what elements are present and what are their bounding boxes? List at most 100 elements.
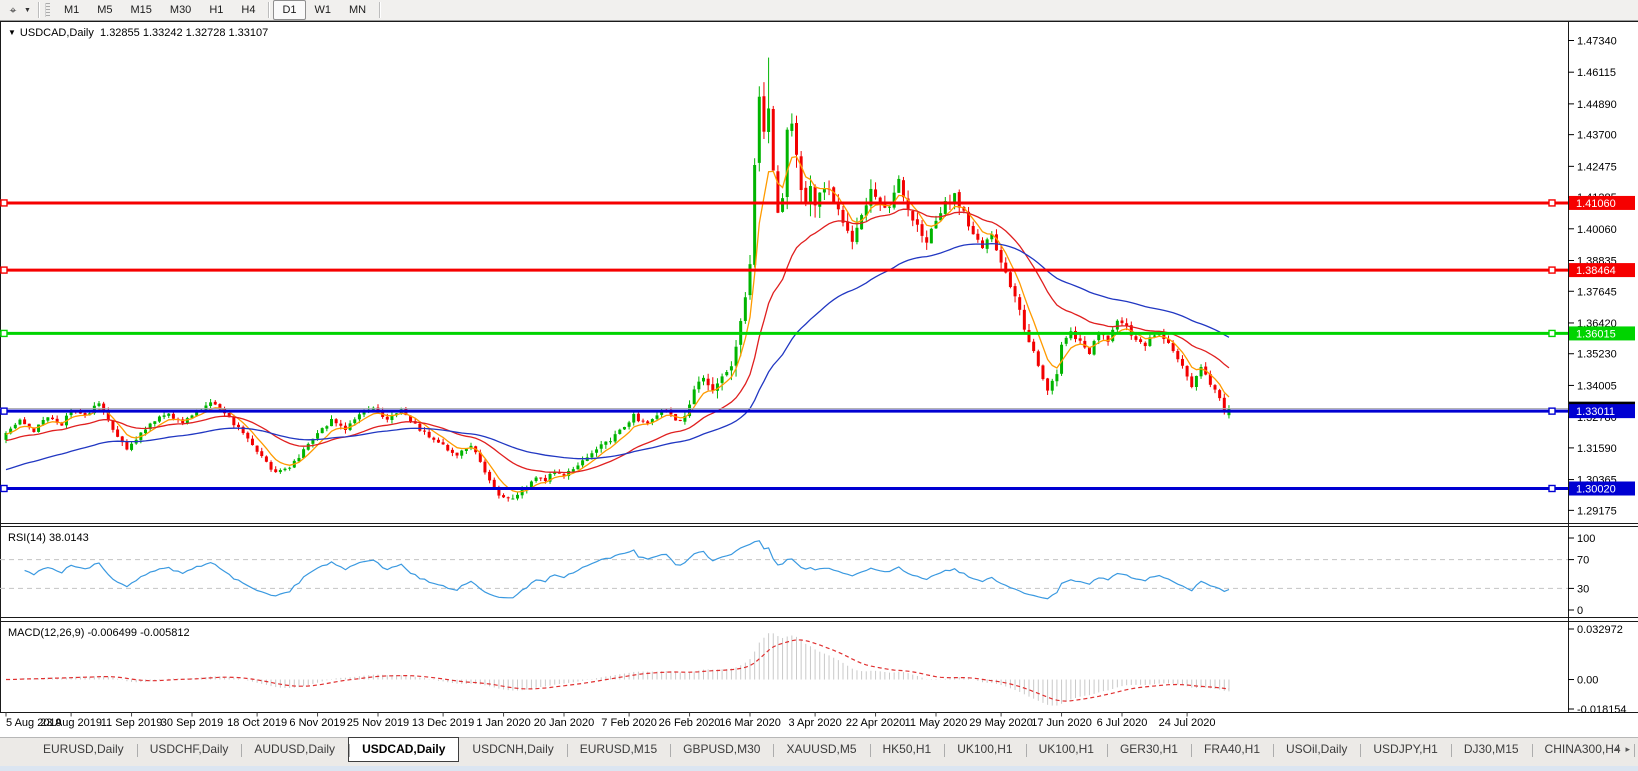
svg-text:1.30020: 1.30020: [1576, 483, 1616, 495]
hline-handle[interactable]: [0, 484, 8, 493]
timeframe-button-m1[interactable]: M1: [55, 0, 88, 20]
drawing-tool-dropdown-icon[interactable]: ▼: [24, 7, 31, 14]
svg-text:30: 30: [1577, 583, 1589, 595]
hline-handle[interactable]: [1548, 329, 1556, 338]
timeframe-button-m30[interactable]: M30: [161, 0, 200, 20]
svg-text:1.35230: 1.35230: [1577, 349, 1617, 361]
tab-scroll-right-icon[interactable]: ▸: [1625, 744, 1630, 755]
price-axis: 1.473401.461151.448901.437001.424751.412…: [1568, 36, 1635, 517]
hline-handle[interactable]: [0, 407, 8, 415]
timeframe-toolbar: ⌖ ▼ M1 M5 M15 M30 H1 H4 D1 W1 MN: [0, 0, 1638, 21]
ma-mid: [5, 208, 1230, 474]
svg-text:1.33011: 1.33011: [1576, 406, 1615, 418]
chart-tab-ger30-h1[interactable]: GER30,H1: [1106, 738, 1191, 762]
svg-text:11 May 2020: 11 May 2020: [905, 717, 968, 729]
chart-window[interactable]: 1.473401.461151.448901.437001.424751.412…: [0, 21, 1638, 737]
svg-text:0: 0: [1577, 605, 1583, 617]
chart-canvas[interactable]: 1.473401.461151.448901.437001.424751.412…: [0, 21, 1638, 737]
svg-text:30 Sep 2019: 30 Sep 2019: [161, 717, 223, 729]
svg-text:13 Dec 2019: 13 Dec 2019: [412, 717, 474, 729]
timeframe-button-m15[interactable]: M15: [122, 0, 161, 20]
hline-handle[interactable]: [1548, 484, 1556, 493]
svg-text:1.31590: 1.31590: [1577, 443, 1617, 455]
svg-text:17 Jun 2020: 17 Jun 2020: [1031, 717, 1092, 729]
chart-tab-uk100-h1[interactable]: UK100,H1: [944, 738, 1025, 762]
timeframe-button-mn[interactable]: MN: [340, 0, 375, 20]
hline-handle[interactable]: [1548, 266, 1556, 274]
svg-text:1.43700: 1.43700: [1577, 130, 1617, 142]
svg-text:18 Oct 2019: 18 Oct 2019: [227, 717, 287, 729]
svg-text:25 Nov 2019: 25 Nov 2019: [347, 717, 409, 729]
hline-handle[interactable]: [0, 199, 8, 207]
svg-text:3 Apr 2020: 3 Apr 2020: [788, 717, 841, 729]
svg-text:1.40060: 1.40060: [1577, 224, 1617, 236]
chart-tab-gbpusd-m30[interactable]: GBPUSD,M30: [670, 738, 773, 762]
svg-text:0.00: 0.00: [1577, 675, 1598, 687]
svg-text:1.29175: 1.29175: [1577, 505, 1617, 517]
toolbar-separator: [37, 2, 39, 18]
timeframe-button-h4[interactable]: H4: [232, 0, 264, 20]
ma-fast: [5, 155, 1230, 493]
svg-text:6 Jul 2020: 6 Jul 2020: [1097, 717, 1148, 729]
svg-text:7 Feb 2020: 7 Feb 2020: [601, 717, 657, 729]
chart-tab-eurusd-daily[interactable]: EURUSD,Daily: [30, 738, 137, 762]
ma-slow: [5, 242, 1230, 471]
timeframe-button-w1[interactable]: W1: [306, 0, 341, 20]
chart-tab-usoil-daily[interactable]: USOil,Daily: [1273, 738, 1360, 762]
svg-text:11 Sep 2019: 11 Sep 2019: [101, 717, 163, 729]
chart-tab-uk100-h1[interactable]: UK100,H1: [1025, 738, 1107, 762]
timeframe-button-m5[interactable]: M5: [88, 0, 121, 20]
hline-handle[interactable]: [1548, 199, 1556, 207]
chart-tab-audusd-daily[interactable]: AUDUSD,Daily: [241, 738, 348, 762]
svg-text:6 Nov 2019: 6 Nov 2019: [289, 717, 345, 729]
bottom-status-strip: [0, 766, 1638, 771]
macd-signal-line: [6, 639, 1230, 702]
svg-text:23 Aug 2019: 23 Aug 2019: [40, 717, 102, 729]
macd-indicator-label: MACD(12,26,9) -0.006499 -0.005812: [8, 627, 190, 639]
ohlc-high: 1.33242: [142, 27, 183, 39]
chart-title: ▼ USDCAD,Daily 1.32855 1.33242 1.32728 1.…: [8, 27, 268, 39]
svg-text:1.44890: 1.44890: [1577, 99, 1617, 111]
toolbar-grip[interactable]: [44, 3, 50, 17]
chart-tab-fra40-h1[interactable]: FRA40,H1: [1190, 738, 1273, 762]
drawing-tool-icon[interactable]: ⌖: [2, 2, 24, 18]
svg-text:1.38464: 1.38464: [1576, 265, 1616, 277]
svg-text:1 Jan 2020: 1 Jan 2020: [476, 717, 530, 729]
svg-text:1.37645: 1.37645: [1577, 286, 1617, 298]
ohlc-low: 1.32728: [185, 27, 226, 39]
chart-tab-usdchf-daily[interactable]: USDCHF,Daily: [136, 738, 242, 762]
hline-handle[interactable]: [0, 329, 8, 338]
macd-panel: [6, 633, 1230, 706]
chart-tab-xauusd-m5[interactable]: XAUUSD,M5: [773, 738, 869, 762]
rsi-axis: 100 70 30 0: [1568, 533, 1595, 617]
timeframe-button-h1[interactable]: H1: [200, 0, 232, 20]
chart-tab-usoil-h[interactable]: USOil,H: [1633, 738, 1638, 762]
svg-text:0.032972: 0.032972: [1577, 624, 1623, 636]
svg-text:100: 100: [1577, 533, 1595, 545]
chart-tab-usdcnh-daily[interactable]: USDCNH,Daily: [459, 738, 566, 762]
svg-text:1.47340: 1.47340: [1577, 36, 1617, 48]
chart-collapse-icon[interactable]: ▼: [8, 28, 16, 37]
svg-text:1.34005: 1.34005: [1577, 380, 1617, 392]
rsi-indicator-label: RSI(14) 38.0143: [8, 532, 89, 544]
toolbar-separator: [268, 2, 270, 18]
hline-handle[interactable]: [0, 266, 8, 274]
mt4-terminal: ⌖ ▼ M1 M5 M15 M30 H1 H4 D1 W1 MN 1.47340 1.46115 1…: [0, 0, 1638, 771]
chart-tab-usdcad-daily[interactable]: USDCAD,Daily: [348, 737, 460, 762]
chart-tab-hk50-h1[interactable]: HK50,H1: [869, 738, 945, 762]
tab-scroll-left-icon[interactable]: ◂: [1615, 744, 1620, 755]
svg-text:26 Feb 2020: 26 Feb 2020: [659, 717, 721, 729]
svg-text:1.42475: 1.42475: [1577, 161, 1617, 173]
svg-text:-0.018154: -0.018154: [1577, 704, 1627, 716]
hline-handle[interactable]: [1548, 407, 1556, 415]
rsi-panel: [0, 540, 1568, 600]
chart-symbol: USDCAD,Daily: [19, 27, 94, 39]
svg-text:20 Jan 2020: 20 Jan 2020: [534, 717, 595, 729]
svg-text:1.36015: 1.36015: [1576, 328, 1616, 340]
rsi-line: [24, 540, 1230, 600]
chart-tab-usdjpy-h1[interactable]: USDJPY,H1: [1360, 738, 1450, 762]
chart-tab-eurusd-m15[interactable]: EURUSD,M15: [566, 738, 670, 762]
timeframe-button-d1[interactable]: D1: [273, 0, 306, 20]
svg-text:24 Jul 2020: 24 Jul 2020: [1159, 717, 1216, 729]
chart-tab-dj30-m15[interactable]: DJ30,M15: [1450, 738, 1532, 762]
